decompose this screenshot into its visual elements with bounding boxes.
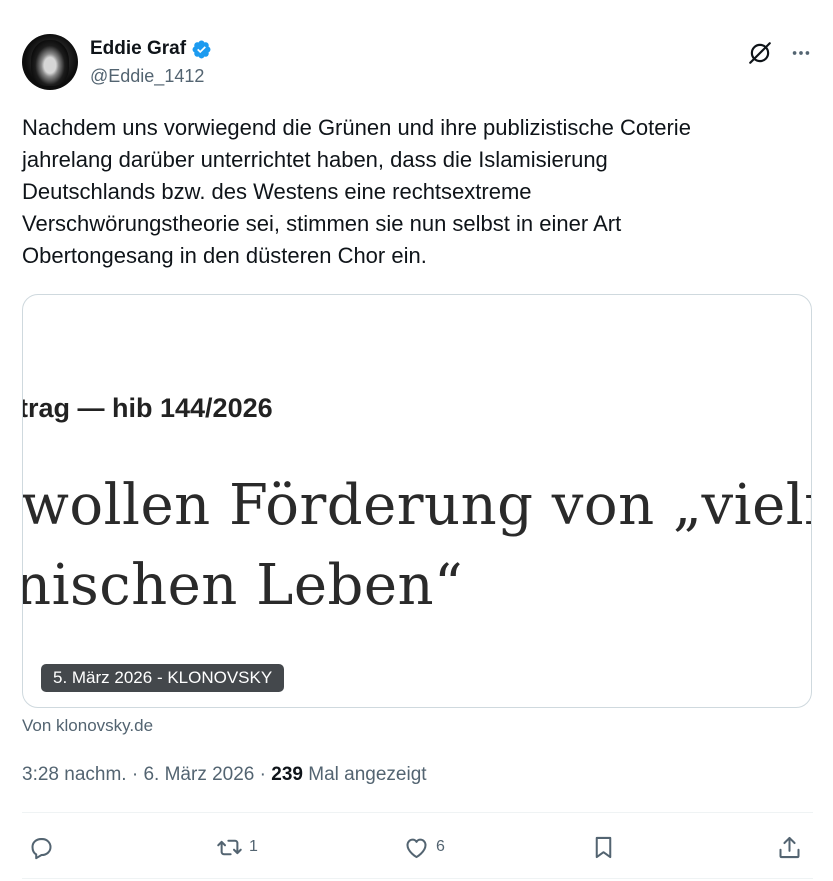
link-preview-card[interactable]: trag — hib 144/2026 wollen Förderung von… xyxy=(22,294,812,708)
verified-badge-icon[interactable] xyxy=(191,39,212,60)
like-button[interactable]: 6 xyxy=(403,828,445,866)
action-bar: 1 6 xyxy=(22,828,813,866)
repost-icon xyxy=(217,839,242,855)
meta-separator: · xyxy=(259,764,266,785)
bookmark-button[interactable] xyxy=(590,828,617,866)
share-button[interactable] xyxy=(776,828,803,866)
bookmark-icon xyxy=(595,836,612,858)
card-image-text-line3: nischen Leben“ xyxy=(22,553,464,618)
reply-icon xyxy=(31,837,52,859)
tweet-meta: 3:28 nachm. · 6. März 2026 · 239 Mal ang… xyxy=(22,764,427,786)
card-source-link[interactable]: Von klonovsky.de xyxy=(22,716,153,736)
tweet-header: Eddie Graf @Eddie_1412 xyxy=(22,34,813,92)
views-count: 239 xyxy=(271,764,303,785)
author-handle[interactable]: @Eddie_1412 xyxy=(90,66,204,87)
views-label: Mal angezeigt xyxy=(308,764,427,785)
author-name-row: Eddie Graf xyxy=(90,38,212,60)
avatar[interactable] xyxy=(22,34,78,90)
divider xyxy=(22,878,813,879)
repost-button[interactable]: 1 xyxy=(216,828,258,866)
card-image-text-line2: wollen Förderung von „vielfä xyxy=(22,473,812,538)
author-display-name[interactable]: Eddie Graf xyxy=(90,38,186,60)
like-count: 6 xyxy=(436,838,445,855)
card-image-text-line1: trag — hib 144/2026 xyxy=(22,393,273,423)
tweet-text: Nachdem uns vorwiegend die Grünen und ih… xyxy=(22,115,691,268)
more-icon[interactable] xyxy=(789,42,813,64)
card-title-badge: 5. März 2026 - KLONOVSKY xyxy=(41,664,285,692)
divider xyxy=(22,812,813,813)
meta-separator: · xyxy=(131,764,139,785)
share-icon xyxy=(779,836,800,858)
reply-button[interactable] xyxy=(28,828,61,866)
heart-icon xyxy=(406,838,427,858)
tweet-time[interactable]: 3:28 nachm. xyxy=(22,764,127,785)
tweet-date[interactable]: 6. März 2026 xyxy=(143,764,254,785)
repost-count: 1 xyxy=(249,838,258,855)
avatar-image xyxy=(31,40,69,86)
grok-icon[interactable] xyxy=(747,40,773,66)
